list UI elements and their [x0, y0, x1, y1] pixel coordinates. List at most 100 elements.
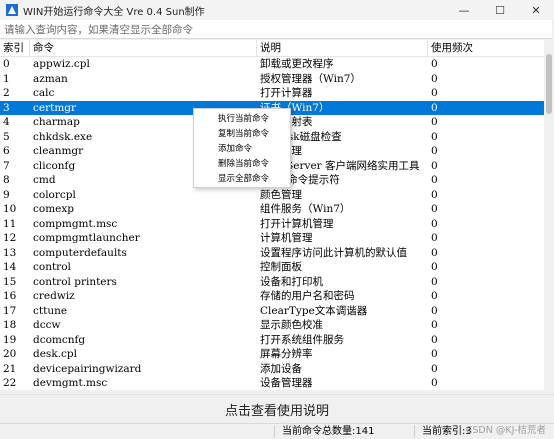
- help-button[interactable]: 点击查看使用说明: [0, 394, 554, 423]
- cell-index: 16: [3, 290, 17, 302]
- cell-description: 打开计算器: [260, 87, 313, 99]
- cell-index: 22: [3, 377, 17, 389]
- cell-command: compmgmt.msc: [33, 217, 118, 230]
- header-command[interactable]: 命令: [30, 40, 257, 56]
- cell-command: calc: [33, 87, 55, 99]
- table-row[interactable]: 0 appwiz.cpl 卸载或更改程序 0: [0, 57, 544, 72]
- app-icon: [6, 4, 18, 16]
- cell-description: 卸载或更改程序: [260, 58, 334, 70]
- cell-index: 8: [3, 174, 10, 186]
- cell-index: 11: [3, 217, 17, 230]
- table-row[interactable]: 20 desk.cpl 屏幕分辨率 0: [0, 347, 544, 362]
- cell-index: 20: [3, 348, 17, 360]
- cell-index: 14: [3, 261, 17, 273]
- cell-frequency: 0: [431, 290, 438, 302]
- header-index[interactable]: 索引: [0, 40, 30, 56]
- header-frequency[interactable]: 使用频次: [428, 40, 544, 56]
- table-row[interactable]: 1 azman 授权管理器（Win7） 0: [0, 72, 544, 87]
- cell-frequency: 0: [431, 87, 438, 99]
- cell-frequency: 0: [431, 275, 438, 288]
- cell-command: cttune: [33, 304, 68, 317]
- cell-frequency: 0: [431, 246, 438, 259]
- cell-index: 12: [3, 232, 17, 244]
- cell-index: 2: [3, 87, 10, 99]
- table-row[interactable]: 10 comexp 组件服务（Win7） 0: [0, 202, 544, 217]
- cell-index: 17: [3, 304, 17, 317]
- menu-item-delete[interactable]: 删除当前命令: [218, 157, 269, 172]
- cell-description: 组件服务（Win7）: [260, 203, 351, 215]
- title-bar: WIN开始运行命令大全 Vre 0.4 Sun制作 — ☐ ✕: [0, 0, 554, 20]
- cell-command: desk.cpl: [33, 348, 77, 360]
- table-row[interactable]: 19 dcomcnfg 打开系统组件服务 0: [0, 333, 544, 348]
- scrollbar-thumb[interactable]: [546, 54, 552, 114]
- table-row[interactable]: 2 calc 打开计算器 0: [0, 86, 544, 101]
- cell-frequency: 0: [431, 203, 438, 215]
- table-header: 索引 命令 说明 使用频次: [0, 40, 544, 57]
- table-row[interactable]: 18 dccw 显示颜色校准 0: [0, 318, 544, 333]
- status-total: 当前命令总数量:141: [282, 426, 375, 437]
- menu-item-add[interactable]: 添加命令: [218, 142, 252, 157]
- cell-frequency: 0: [431, 217, 438, 230]
- cell-command: colorcpl: [33, 188, 76, 201]
- header-description[interactable]: 说明: [257, 40, 428, 56]
- status-index: 当前索引:3: [422, 426, 472, 437]
- menu-item-show-all[interactable]: 显示全部命令: [218, 172, 269, 187]
- cell-description: 打开计算机管理: [260, 217, 334, 230]
- cell-index: 10: [3, 203, 17, 215]
- cell-description: 存储的用户名和密码: [260, 290, 355, 302]
- cell-frequency: 0: [431, 58, 438, 70]
- cell-description: 显示颜色校准: [260, 319, 323, 331]
- cell-frequency: 0: [431, 319, 438, 331]
- cell-description: 设备管理器: [260, 377, 313, 389]
- cell-index: 1: [3, 72, 10, 85]
- cell-description: 授权管理器（Win7）: [260, 72, 361, 85]
- cell-command: devicepairingwizard: [33, 362, 142, 375]
- command-table: 索引 命令 说明 使用频次 0 appwiz.cpl 卸载或更改程序 0 1 azman 授…: [0, 40, 554, 390]
- cell-description: 添加设备: [260, 362, 302, 375]
- table-row[interactable]: 14 control 控制面板 0: [0, 260, 544, 275]
- cell-frequency: 0: [431, 348, 438, 360]
- cell-index: 5: [3, 130, 10, 143]
- cell-command: control printers: [33, 275, 117, 288]
- table-row[interactable]: 22 devmgmt.msc 设备管理器 0: [0, 376, 544, 390]
- cell-description: 控制面板: [260, 261, 302, 273]
- cell-frequency: 0: [431, 159, 438, 172]
- cell-frequency: 0: [431, 72, 438, 85]
- maximize-button[interactable]: ☐: [482, 0, 518, 20]
- cell-description: 计算机管理: [260, 232, 313, 244]
- table-row[interactable]: 17 cttune ClearType文本调谐器 0: [0, 304, 544, 319]
- cell-command: appwiz.cpl: [33, 58, 90, 70]
- table-row[interactable]: 21 devicepairingwizard 添加设备 0: [0, 362, 544, 377]
- cell-index: 7: [3, 159, 10, 172]
- cell-frequency: 0: [431, 188, 438, 201]
- table-row[interactable]: 16 credwiz 存储的用户名和密码 0: [0, 289, 544, 304]
- cell-description: 屏幕分辨率: [260, 348, 313, 360]
- cell-frequency: 0: [431, 116, 438, 128]
- watermark: CSDN @KJ-桔荒者: [465, 425, 546, 436]
- vertical-scrollbar[interactable]: [544, 40, 554, 390]
- cell-index: 4: [3, 116, 10, 128]
- menu-item-copy[interactable]: 复制当前命令: [218, 127, 269, 142]
- table-row[interactable]: 11 compmgmt.msc 打开计算机管理 0: [0, 217, 544, 232]
- cell-frequency: 0: [431, 304, 438, 317]
- maximize-icon: ☐: [495, 3, 505, 17]
- table-row[interactable]: 13 computerdefaults 设置程序访问此计算机的默认值 0: [0, 246, 544, 261]
- cell-frequency: 0: [431, 101, 438, 114]
- cell-command: computerdefaults: [33, 246, 127, 259]
- cell-index: 21: [3, 362, 17, 375]
- table-row[interactable]: 12 compmgmtlauncher 计算机管理 0: [0, 231, 544, 246]
- table-row[interactable]: 9 colorcpl 颜色管理 0: [0, 188, 544, 203]
- search-input[interactable]: 请输入查询内容，如果清空显示全部命令: [0, 20, 552, 39]
- cell-description: 打开系统组件服务: [260, 333, 344, 346]
- minimize-button[interactable]: —: [446, 0, 482, 20]
- table-row[interactable]: 15 control printers 设备和打印机 0: [0, 275, 544, 290]
- context-menu: 执行当前命令 复制当前命令 添加命令 删除当前命令 显示全部命令: [193, 108, 291, 188]
- cell-command: devmgmt.msc: [33, 377, 108, 389]
- cell-index: 19: [3, 333, 17, 346]
- cell-description: 颜色管理: [260, 188, 302, 201]
- window-title: WIN开始运行命令大全 Vre 0.4 Sun制作: [23, 6, 205, 18]
- close-button[interactable]: ✕: [518, 0, 554, 20]
- cell-command: compmgmtlauncher: [33, 232, 140, 244]
- menu-item-execute[interactable]: 执行当前命令: [218, 112, 269, 127]
- cell-frequency: 0: [431, 232, 438, 244]
